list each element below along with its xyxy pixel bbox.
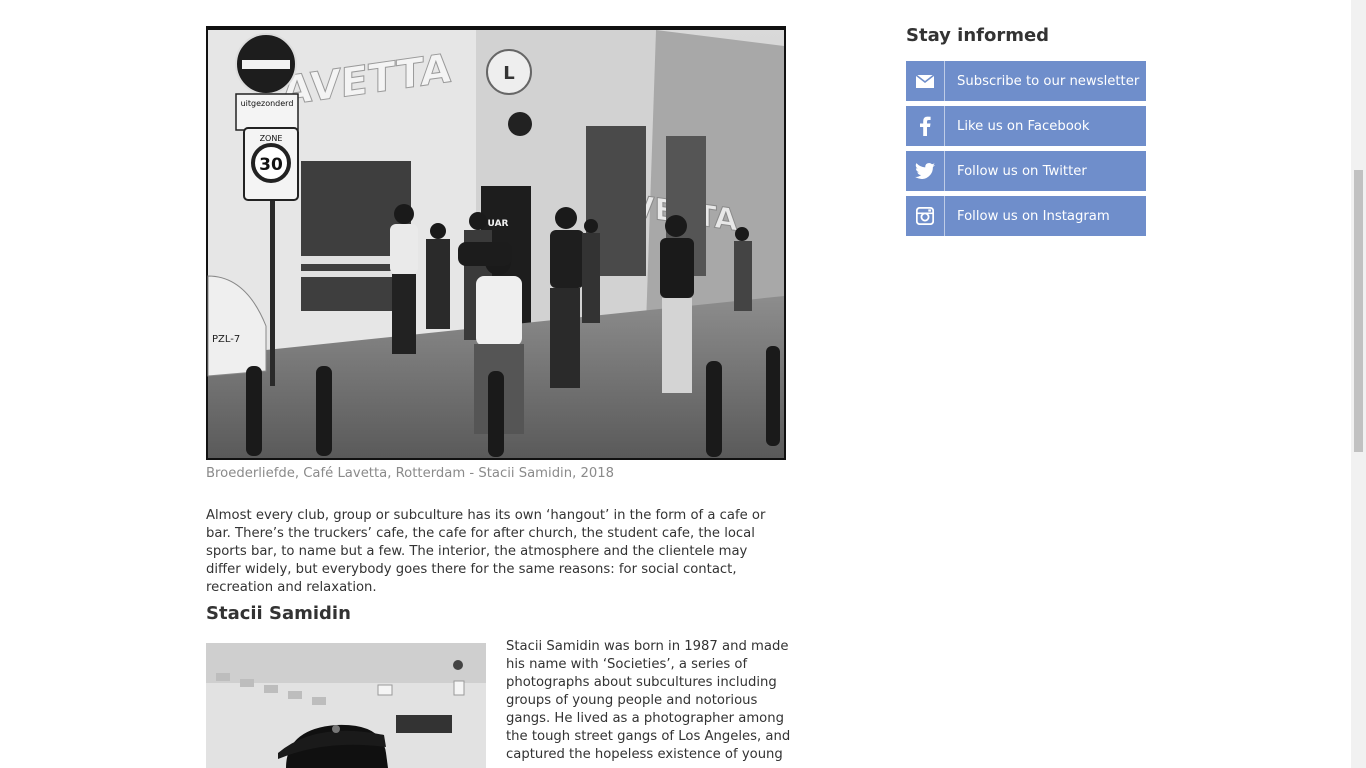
instagram-icon [906, 196, 945, 236]
photo-caption: Broederliefde, Café Lavetta, Rotterdam -… [206, 466, 615, 481]
cafe-logo-letter: L [503, 63, 514, 84]
portrait-photo [206, 643, 486, 768]
facebook-icon [906, 106, 945, 146]
instagram-button[interactable]: Follow us on Instagram [906, 196, 1146, 236]
section-heading: Stacii Samidin [206, 603, 351, 624]
twitter-label: Follow us on Twitter [957, 163, 1087, 179]
zone-sign-label: ZONE [260, 134, 283, 143]
article-intro: Almost every club, group or subculture h… [206, 508, 766, 595]
cafe-lavetta-photo: LAVETTA LAVETTA L PZL-7 uitgezonderd ZON… [206, 26, 786, 460]
photographer-bio: Stacii Samidin was born in 1987 and made… [506, 639, 791, 762]
facebook-button[interactable]: Like us on Facebook [906, 106, 1146, 146]
newsletter-button[interactable]: Subscribe to our newsletter [906, 61, 1146, 101]
twitter-icon [906, 151, 945, 191]
twitter-button[interactable]: Follow us on Twitter [906, 151, 1146, 191]
stay-informed-heading: Stay informed [906, 25, 1050, 46]
license-plate: PZL-7 [212, 334, 240, 345]
envelope-icon [906, 61, 945, 101]
zone-speed-number: 30 [259, 155, 283, 175]
traffic-sign-exception-text: uitgezonderd [241, 99, 294, 108]
page-scrollbar[interactable] [1351, 0, 1366, 768]
scrollbar-thumb[interactable] [1354, 170, 1363, 452]
facebook-label: Like us on Facebook [957, 118, 1090, 134]
instagram-label: Follow us on Instagram [957, 208, 1110, 224]
cap-text: UAR [488, 219, 509, 229]
newsletter-label: Subscribe to our newsletter [957, 73, 1140, 89]
page: LAVETTA LAVETTA L PZL-7 uitgezonderd ZON… [0, 0, 1366, 768]
